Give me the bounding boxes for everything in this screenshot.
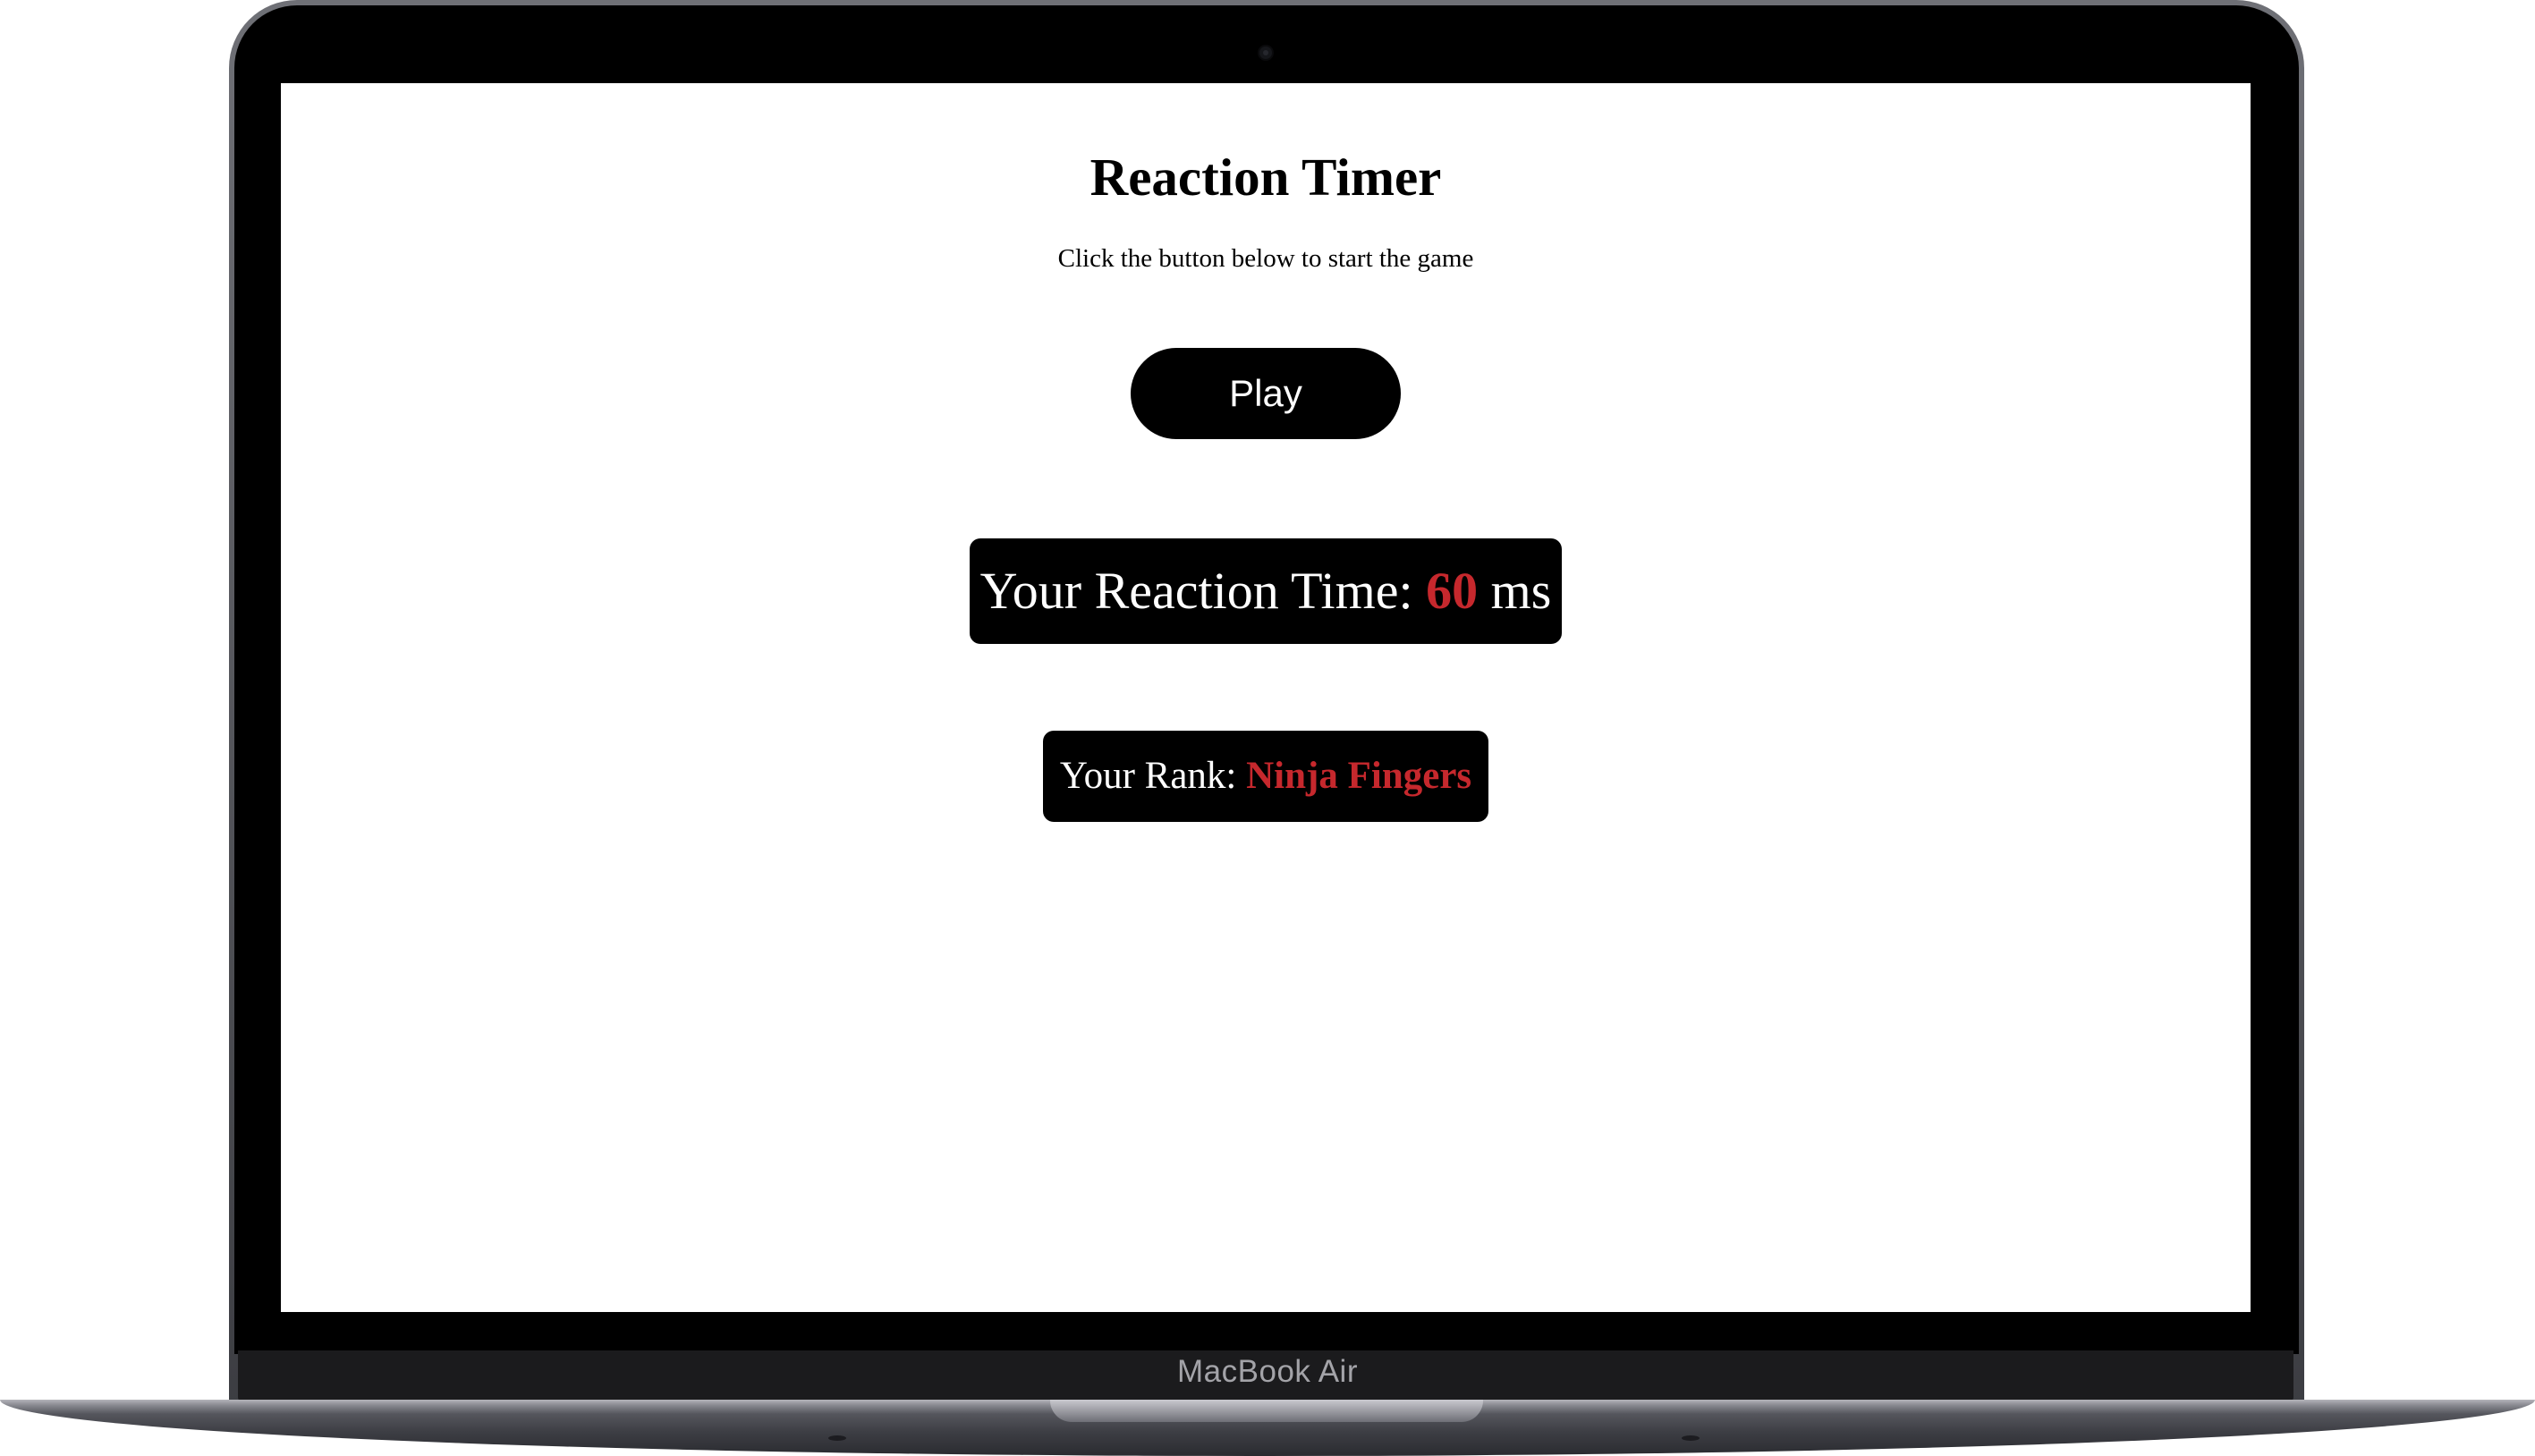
laptop-brand-label: MacBook Air [1177, 1354, 1358, 1389]
play-button[interactable]: Play [1131, 348, 1401, 439]
instruction-text: Click the button below to start the game [1057, 244, 1474, 273]
reaction-time-label: Your Reaction Time: [979, 562, 1427, 620]
reaction-time-display: Your Reaction Time: 60 ms [970, 538, 1562, 644]
laptop-foot-left [828, 1435, 846, 1441]
reaction-time-unit: ms [1478, 562, 1552, 620]
camera-icon [1259, 47, 1272, 59]
rank-label: Your Rank: [1059, 755, 1247, 797]
rank-display: Your Rank: Ninja Fingers [1043, 731, 1488, 822]
browser-viewport: Reaction Timer Click the button below to… [281, 83, 2251, 1312]
rank-value: Ninja Fingers [1246, 755, 1472, 797]
laptop-hinge-notch [1050, 1400, 1483, 1422]
reaction-time-value: 60 [1426, 562, 1479, 620]
laptop-foot-right [1682, 1435, 1700, 1441]
page-title: Reaction Timer [1089, 148, 1442, 207]
